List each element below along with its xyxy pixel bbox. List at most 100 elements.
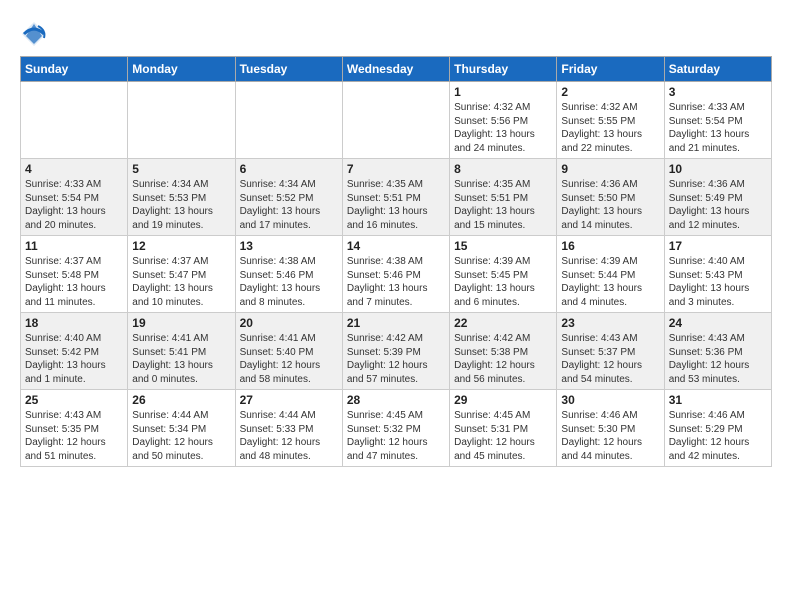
day-cell: 5 Sunrise: 4:34 AM Sunset: 5:53 PM Daylig… [128, 159, 235, 236]
day-info: Sunrise: 4:45 AM Sunset: 5:32 PM Dayligh… [347, 409, 445, 463]
day-number: 29 [454, 393, 552, 407]
day-number: 4 [25, 162, 123, 176]
day-cell: 30 Sunrise: 4:46 AM Sunset: 5:30 PM Dayli… [557, 390, 664, 467]
day-cell [128, 82, 235, 159]
day-number: 7 [347, 162, 445, 176]
day-info: Sunrise: 4:46 AM Sunset: 5:30 PM Dayligh… [561, 409, 659, 463]
weekday-header-friday: Friday [557, 57, 664, 82]
day-cell: 27 Sunrise: 4:44 AM Sunset: 5:33 PM Dayli… [235, 390, 342, 467]
day-number: 28 [347, 393, 445, 407]
day-cell [342, 82, 449, 159]
calendar-table: SundayMondayTuesdayWednesdayThursdayFrid… [20, 56, 772, 467]
day-info: Sunrise: 4:33 AM Sunset: 5:54 PM Dayligh… [25, 178, 123, 232]
day-cell: 28 Sunrise: 4:45 AM Sunset: 5:32 PM Dayli… [342, 390, 449, 467]
day-info: Sunrise: 4:43 AM Sunset: 5:35 PM Dayligh… [25, 409, 123, 463]
day-number: 15 [454, 239, 552, 253]
day-number: 2 [561, 85, 659, 99]
day-number: 30 [561, 393, 659, 407]
day-cell: 23Sunrise: 4:43 AM Sunset: 5:37 PM Dayli… [557, 313, 664, 390]
day-number: 26 [132, 393, 230, 407]
day-info: Sunrise: 4:35 AM Sunset: 5:51 PM Dayligh… [454, 178, 552, 232]
day-number: 5 [132, 162, 230, 176]
day-number: 16 [561, 239, 659, 253]
day-cell: 20 Sunrise: 4:41 AM Sunset: 5:40 PM Dayli… [235, 313, 342, 390]
day-info: Sunrise: 4:32 AM Sunset: 5:55 PM Dayligh… [561, 101, 659, 155]
weekday-header-tuesday: Tuesday [235, 57, 342, 82]
day-info: Sunrise: 4:40 AM Sunset: 5:42 PM Dayligh… [25, 332, 123, 386]
day-cell: 2 Sunrise: 4:32 AM Sunset: 5:55 PM Daylig… [557, 82, 664, 159]
week-row-1: 1 Sunrise: 4:32 AM Sunset: 5:56 PM Daylig… [21, 82, 772, 159]
day-info: Sunrise: 4:36 AM Sunset: 5:49 PM Dayligh… [669, 178, 767, 232]
day-number: 13 [240, 239, 338, 253]
day-cell: 29Sunrise: 4:45 AM Sunset: 5:31 PM Dayli… [450, 390, 557, 467]
day-info: Sunrise: 4:42 AM Sunset: 5:39 PM Dayligh… [347, 332, 445, 386]
day-cell: 11 Sunrise: 4:37 AM Sunset: 5:48 PM Dayli… [21, 236, 128, 313]
day-info: Sunrise: 4:34 AM Sunset: 5:53 PM Dayligh… [132, 178, 230, 232]
day-number: 9 [561, 162, 659, 176]
day-number: 11 [25, 239, 123, 253]
week-row-2: 4 Sunrise: 4:33 AM Sunset: 5:54 PM Daylig… [21, 159, 772, 236]
day-cell: 19 Sunrise: 4:41 AM Sunset: 5:41 PM Dayli… [128, 313, 235, 390]
day-info: Sunrise: 4:32 AM Sunset: 5:56 PM Dayligh… [454, 101, 552, 155]
weekday-header-sunday: Sunday [21, 57, 128, 82]
day-cell: 3 Sunrise: 4:33 AM Sunset: 5:54 PM Daylig… [664, 82, 771, 159]
day-info: Sunrise: 4:44 AM Sunset: 5:34 PM Dayligh… [132, 409, 230, 463]
day-number: 1 [454, 85, 552, 99]
day-info: Sunrise: 4:35 AM Sunset: 5:51 PM Dayligh… [347, 178, 445, 232]
page: SundayMondayTuesdayWednesdayThursdayFrid… [0, 0, 792, 477]
day-info: Sunrise: 4:42 AM Sunset: 5:38 PM Dayligh… [454, 332, 552, 386]
day-info: Sunrise: 4:34 AM Sunset: 5:52 PM Dayligh… [240, 178, 338, 232]
day-number: 19 [132, 316, 230, 330]
day-number: 14 [347, 239, 445, 253]
day-cell [21, 82, 128, 159]
day-cell: 6 Sunrise: 4:34 AM Sunset: 5:52 PM Daylig… [235, 159, 342, 236]
day-number: 25 [25, 393, 123, 407]
day-cell: 4 Sunrise: 4:33 AM Sunset: 5:54 PM Daylig… [21, 159, 128, 236]
logo-icon [20, 20, 48, 48]
day-info: Sunrise: 4:37 AM Sunset: 5:47 PM Dayligh… [132, 255, 230, 309]
day-number: 24 [669, 316, 767, 330]
header [20, 16, 772, 48]
weekday-header-row: SundayMondayTuesdayWednesdayThursdayFrid… [21, 57, 772, 82]
day-info: Sunrise: 4:39 AM Sunset: 5:44 PM Dayligh… [561, 255, 659, 309]
week-row-4: 18 Sunrise: 4:40 AM Sunset: 5:42 PM Dayli… [21, 313, 772, 390]
weekday-header-monday: Monday [128, 57, 235, 82]
day-number: 6 [240, 162, 338, 176]
day-cell: 8 Sunrise: 4:35 AM Sunset: 5:51 PM Daylig… [450, 159, 557, 236]
day-info: Sunrise: 4:33 AM Sunset: 5:54 PM Dayligh… [669, 101, 767, 155]
day-cell: 15 Sunrise: 4:39 AM Sunset: 5:45 PM Dayli… [450, 236, 557, 313]
weekday-header-wednesday: Wednesday [342, 57, 449, 82]
day-cell: 25 Sunrise: 4:43 AM Sunset: 5:35 PM Dayli… [21, 390, 128, 467]
day-number: 27 [240, 393, 338, 407]
day-info: Sunrise: 4:41 AM Sunset: 5:40 PM Dayligh… [240, 332, 338, 386]
day-number: 8 [454, 162, 552, 176]
day-cell: 21 Sunrise: 4:42 AM Sunset: 5:39 PM Dayli… [342, 313, 449, 390]
day-info: Sunrise: 4:41 AM Sunset: 5:41 PM Dayligh… [132, 332, 230, 386]
day-info: Sunrise: 4:37 AM Sunset: 5:48 PM Dayligh… [25, 255, 123, 309]
day-number: 20 [240, 316, 338, 330]
day-info: Sunrise: 4:39 AM Sunset: 5:45 PM Dayligh… [454, 255, 552, 309]
day-info: Sunrise: 4:43 AM Sunset: 5:36 PM Dayligh… [669, 332, 767, 386]
day-cell: 17Sunrise: 4:40 AM Sunset: 5:43 PM Dayli… [664, 236, 771, 313]
day-number: 31 [669, 393, 767, 407]
week-row-3: 11 Sunrise: 4:37 AM Sunset: 5:48 PM Dayli… [21, 236, 772, 313]
day-number: 18 [25, 316, 123, 330]
day-cell: 14Sunrise: 4:38 AM Sunset: 5:46 PM Dayli… [342, 236, 449, 313]
week-row-5: 25 Sunrise: 4:43 AM Sunset: 5:35 PM Dayli… [21, 390, 772, 467]
logo [20, 20, 52, 48]
day-cell [235, 82, 342, 159]
day-cell: 9Sunrise: 4:36 AM Sunset: 5:50 PM Daylig… [557, 159, 664, 236]
day-number: 3 [669, 85, 767, 99]
weekday-header-thursday: Thursday [450, 57, 557, 82]
day-cell: 22Sunrise: 4:42 AM Sunset: 5:38 PM Dayli… [450, 313, 557, 390]
day-cell: 26 Sunrise: 4:44 AM Sunset: 5:34 PM Dayli… [128, 390, 235, 467]
day-cell: 16 Sunrise: 4:39 AM Sunset: 5:44 PM Dayli… [557, 236, 664, 313]
day-info: Sunrise: 4:43 AM Sunset: 5:37 PM Dayligh… [561, 332, 659, 386]
day-cell: 13 Sunrise: 4:38 AM Sunset: 5:46 PM Dayli… [235, 236, 342, 313]
day-number: 21 [347, 316, 445, 330]
day-info: Sunrise: 4:38 AM Sunset: 5:46 PM Dayligh… [240, 255, 338, 309]
day-info: Sunrise: 4:44 AM Sunset: 5:33 PM Dayligh… [240, 409, 338, 463]
day-number: 10 [669, 162, 767, 176]
day-number: 17 [669, 239, 767, 253]
day-cell: 1 Sunrise: 4:32 AM Sunset: 5:56 PM Daylig… [450, 82, 557, 159]
